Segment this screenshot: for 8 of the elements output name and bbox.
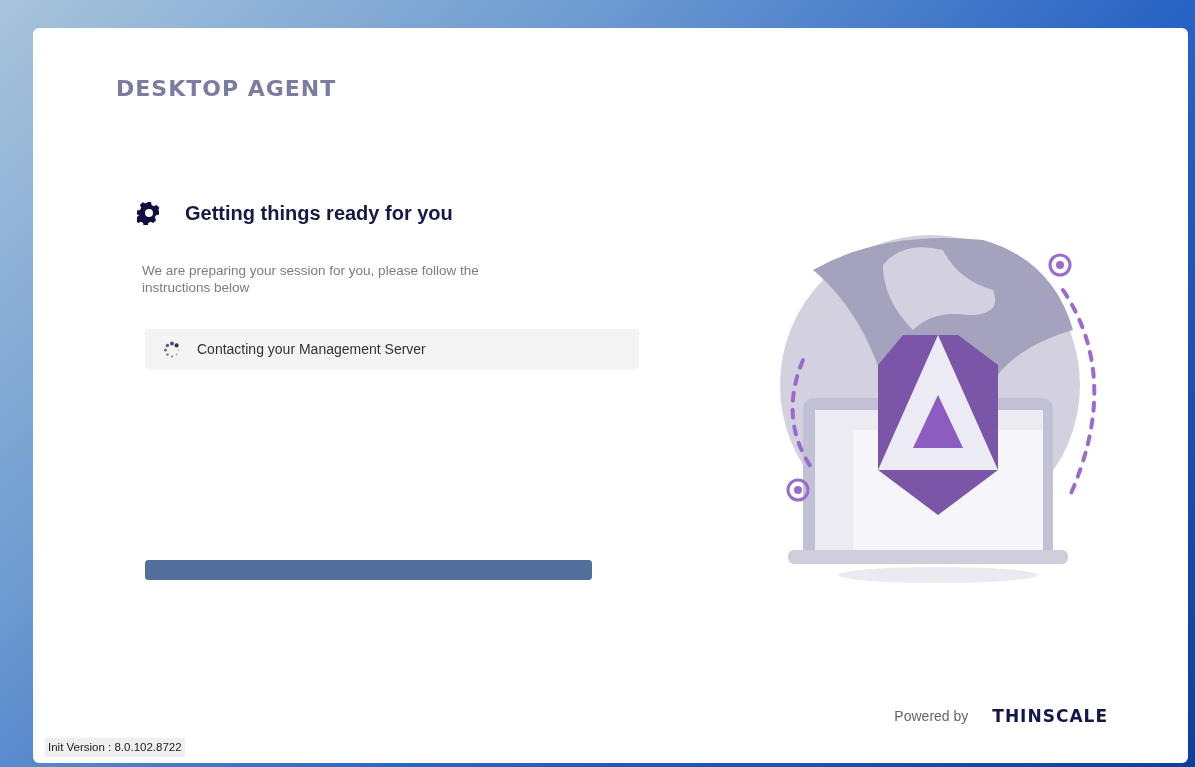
gear-icon xyxy=(137,201,161,225)
brand-logo: THINSCALE xyxy=(992,705,1108,728)
app-title: DESKTOP AGENT xyxy=(116,75,337,103)
heading: Getting things ready for you xyxy=(185,201,453,226)
powered-by-text: Powered by xyxy=(894,707,969,727)
description-text: We are preparing your session for you, please follow the instructions below xyxy=(142,262,480,296)
version-label: Init Version : 8.0.102.8722 xyxy=(45,738,185,758)
step-label: Contacting your Management Server xyxy=(197,340,426,359)
